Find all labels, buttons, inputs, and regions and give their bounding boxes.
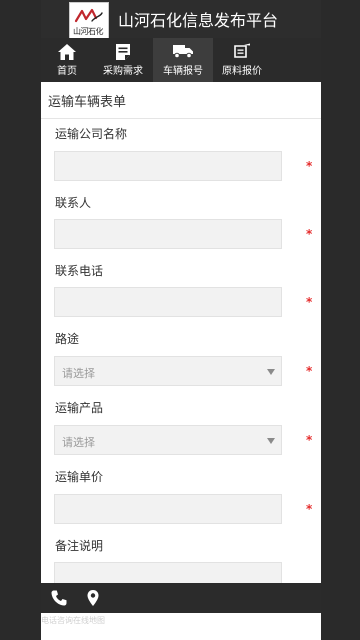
document-icon	[116, 44, 130, 60]
contact-phone-field[interactable]	[54, 287, 282, 317]
contact-phone-input[interactable]	[55, 288, 281, 316]
logo-mark-icon	[74, 8, 103, 23]
nav-item-vehicle-label: 车辆报号	[163, 66, 203, 77]
nav-item-home[interactable]: 首页	[41, 38, 93, 82]
route-select[interactable]: 请选择	[54, 356, 282, 386]
logo-text: 山河石化	[73, 27, 104, 36]
company-name-label: 运输公司名称	[55, 127, 128, 141]
app-container: 山河石化 山河石化信息发布平台 首页 采购需求 车辆报号 原料报价 运输车辆表单…	[41, 0, 321, 640]
truck-icon	[173, 45, 193, 59]
required-mark: *	[306, 502, 313, 516]
required-mark: *	[306, 295, 313, 309]
unit-price-field[interactable]	[54, 494, 282, 524]
nav-item-home-label: 首页	[57, 66, 77, 77]
required-mark: *	[306, 159, 313, 173]
logo[interactable]: 山河石化	[69, 2, 109, 40]
footer-bar	[41, 583, 321, 613]
site-header: 山河石化 山河石化信息发布平台	[41, 0, 321, 40]
route-select-value: 请选择	[62, 367, 95, 380]
footer-links[interactable]: 电话咨询在线地图	[41, 615, 105, 626]
product-label: 运输产品	[55, 401, 104, 415]
required-mark: *	[306, 433, 313, 447]
phone-icon[interactable]	[50, 589, 68, 607]
company-name-field[interactable]	[54, 151, 282, 181]
main-nav: 首页 采购需求 车辆报号 原料报价	[41, 38, 321, 82]
product-select-value: 请选择	[62, 436, 95, 449]
chevron-down-icon	[267, 438, 275, 444]
nav-item-price[interactable]: 原料报价	[213, 38, 271, 82]
unit-price-label: 运输单价	[55, 470, 104, 484]
route-label: 路途	[55, 332, 80, 346]
company-name-input[interactable]	[55, 152, 281, 180]
nav-item-purchase[interactable]: 采购需求	[93, 38, 153, 82]
home-icon	[58, 44, 76, 60]
required-mark: *	[306, 227, 313, 241]
contact-person-field[interactable]	[54, 219, 282, 249]
chevron-down-icon	[267, 369, 275, 375]
form-title: 运输车辆表单	[48, 95, 127, 110]
site-title: 山河石化信息发布平台	[118, 11, 279, 30]
form-header: 运输车辆表单	[41, 82, 321, 119]
nav-item-purchase-label: 采购需求	[103, 66, 143, 77]
remarks-label: 备注说明	[55, 539, 104, 553]
map-pin-icon[interactable]	[86, 589, 100, 607]
contact-person-label: 联系人	[55, 196, 92, 210]
unit-price-input[interactable]	[55, 495, 281, 523]
required-mark: *	[306, 364, 313, 378]
pen-paper-icon	[234, 43, 250, 58]
left-margin	[0, 0, 41, 640]
right-margin	[321, 0, 360, 640]
product-select[interactable]: 请选择	[54, 425, 282, 455]
nav-item-price-label: 原料报价	[222, 66, 262, 77]
nav-item-vehicle[interactable]: 车辆报号	[153, 38, 213, 82]
contact-person-input[interactable]	[55, 220, 281, 248]
contact-phone-label: 联系电话	[55, 264, 104, 278]
